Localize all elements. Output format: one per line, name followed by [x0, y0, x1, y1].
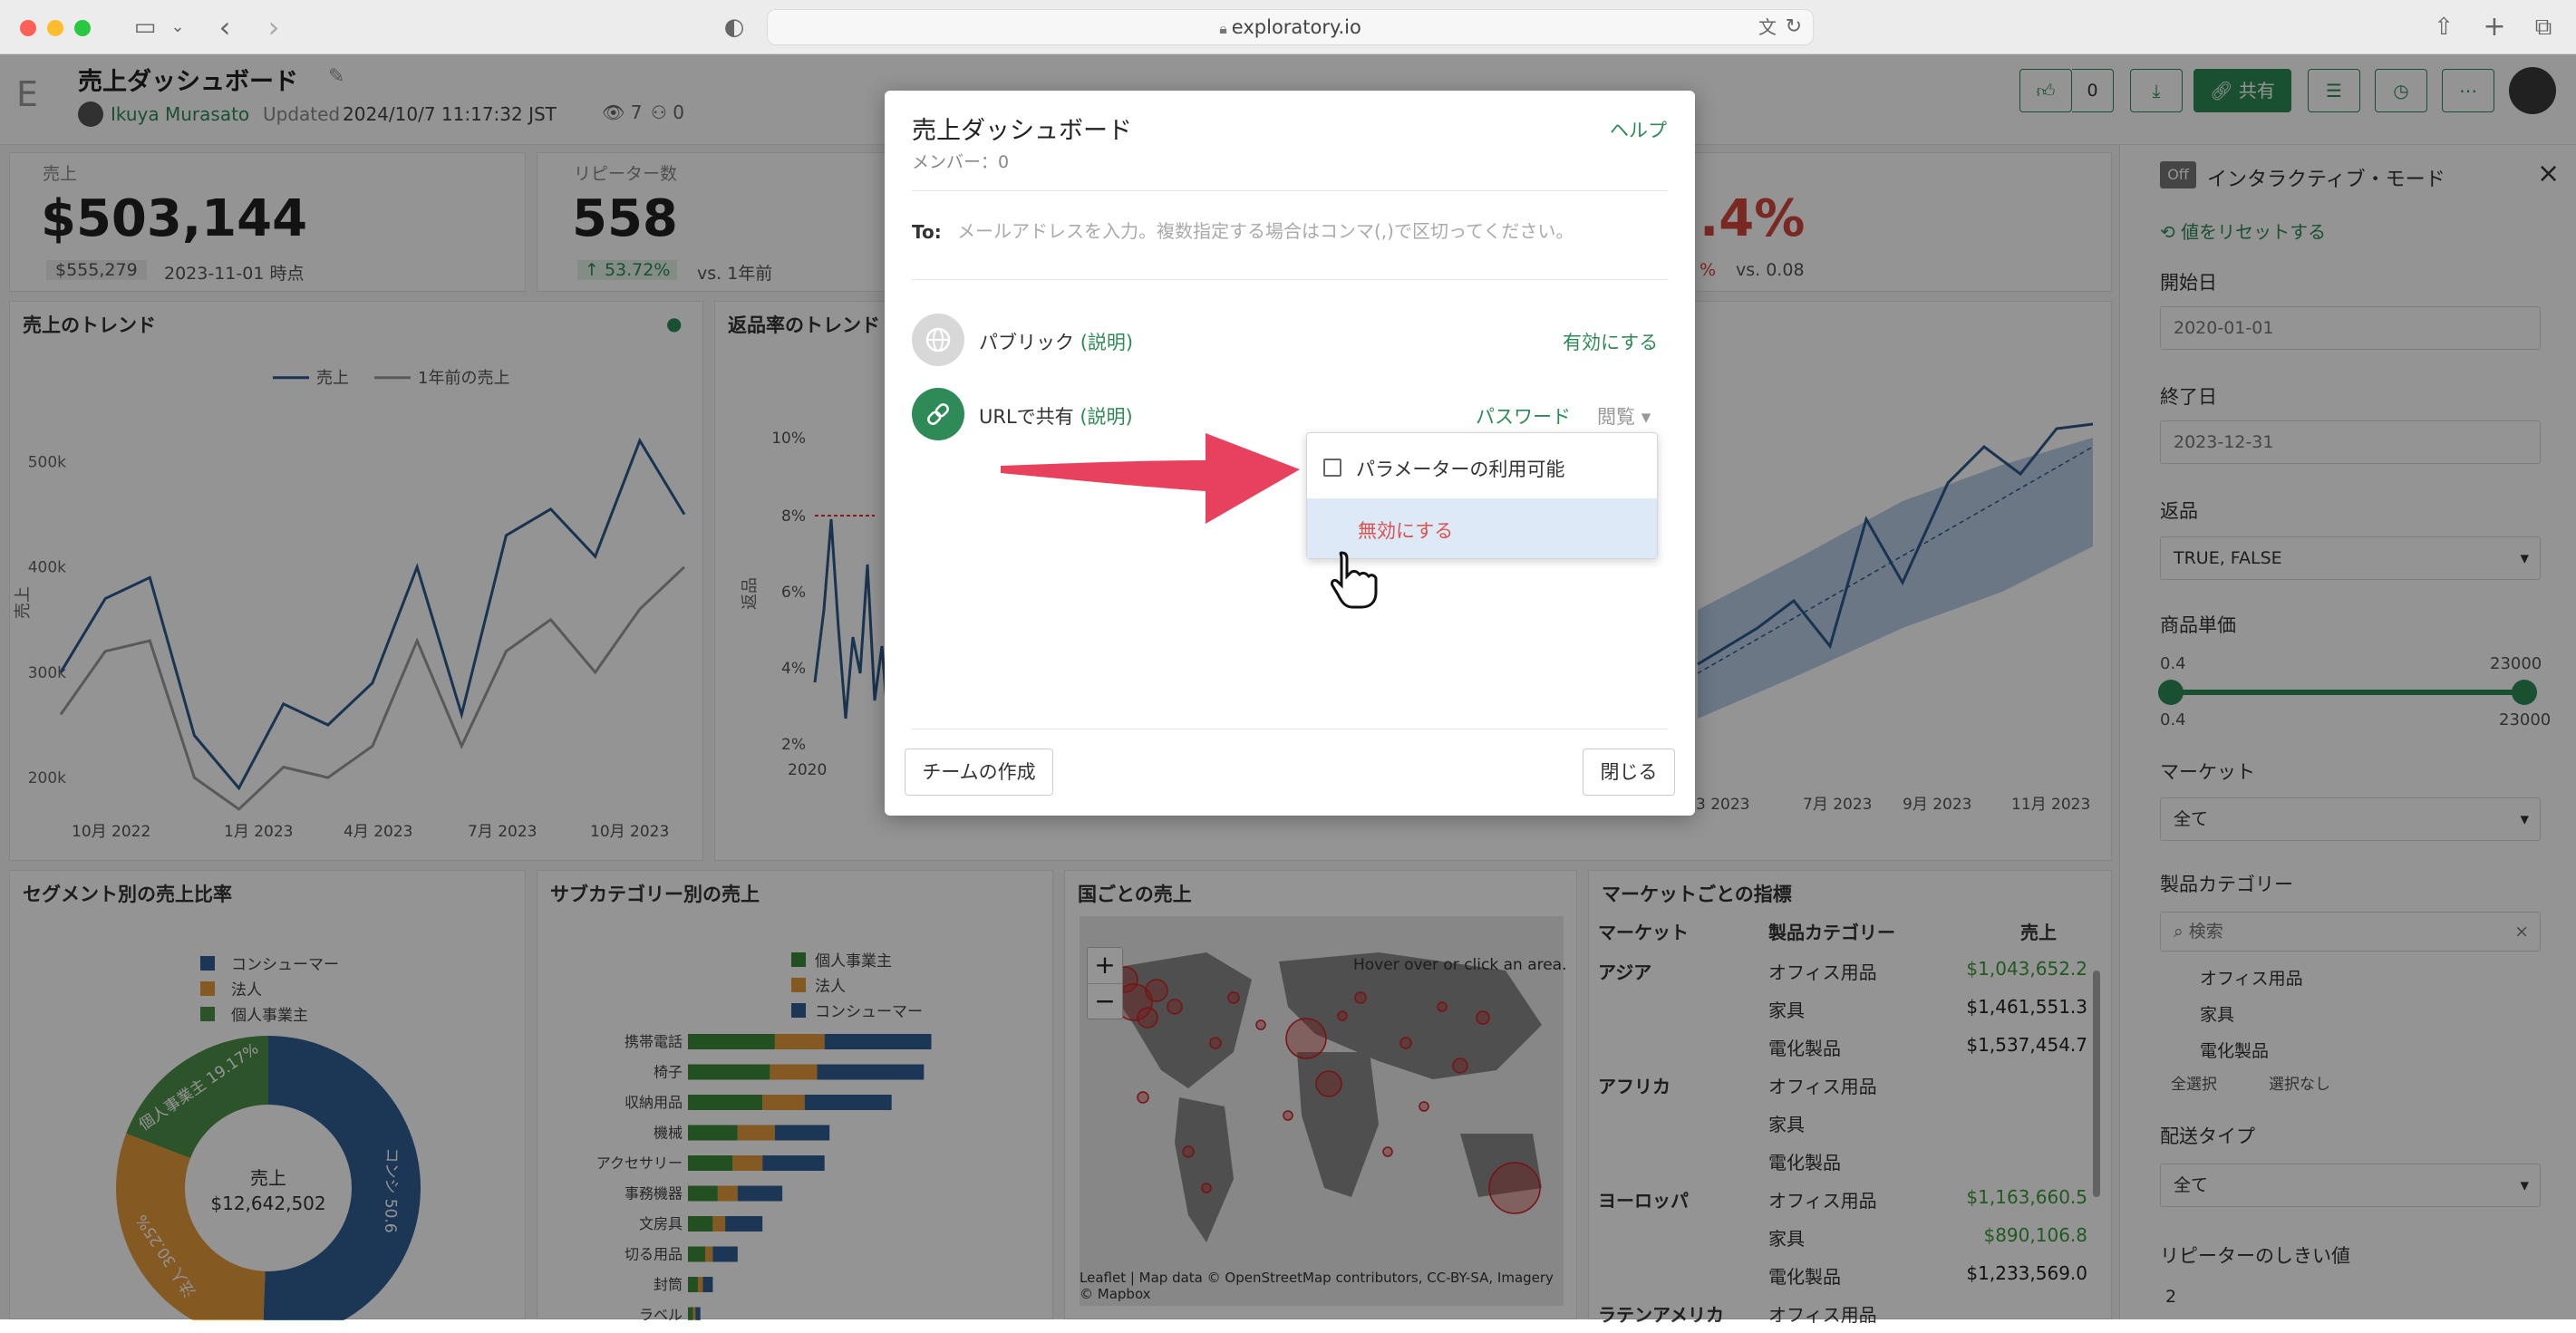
- create-team-button[interactable]: チームの作成: [905, 749, 1053, 796]
- hand-cursor-icon: [1331, 551, 1378, 609]
- help-link[interactable]: ヘルプ: [1610, 116, 1667, 143]
- caret-down-icon: ▾: [1641, 406, 1651, 428]
- zoom-window-button[interactable]: [74, 20, 91, 36]
- divider: [912, 279, 1668, 280]
- public-explain-link[interactable]: (説明): [1080, 332, 1133, 353]
- minimize-window-button[interactable]: [47, 20, 63, 36]
- link-icon: [927, 403, 949, 425]
- parameter-checkbox[interactable]: [1323, 459, 1341, 477]
- close-window-button[interactable]: [20, 20, 36, 36]
- dialog-members: メンバー：0: [912, 152, 1010, 172]
- parameter-option-label[interactable]: パラメーターの利用可能: [1356, 455, 1564, 482]
- annotation-arrow: [1001, 433, 1300, 524]
- forward-icon[interactable]: ›: [256, 11, 292, 43]
- close-button[interactable]: 閉じる: [1583, 749, 1675, 796]
- dialog-title: 売上ダッシュボード: [912, 117, 1132, 145]
- back-icon[interactable]: ‹: [207, 11, 243, 43]
- new-tab-icon[interactable]: +: [2476, 11, 2513, 43]
- to-label: To:: [912, 221, 942, 243]
- shield-icon[interactable]: ◐: [716, 11, 752, 43]
- globe-icon: [925, 327, 951, 353]
- tabs-icon[interactable]: ⧉: [2525, 11, 2561, 43]
- url-share-icon-circle: [912, 388, 964, 440]
- lock-icon: 🔒︎: [1219, 20, 1232, 37]
- reload-icon[interactable]: ↻: [1786, 10, 1802, 44]
- browser-toolbar: ▭ ⌄ ‹ › ◐ 🔒︎ exploratory.io 文 ↻ ⇧ + ⧉: [0, 0, 2576, 54]
- public-label-text: パブリック: [979, 332, 1074, 353]
- public-icon-circle: [912, 314, 964, 366]
- translate-icon[interactable]: 文: [1758, 10, 1777, 44]
- password-link[interactable]: パスワード: [1476, 402, 1571, 430]
- enable-public-link[interactable]: 有効にする: [1563, 328, 1658, 355]
- divider: [912, 190, 1668, 191]
- public-label: パブリック (説明): [979, 328, 1133, 355]
- disable-option-label: 無効にする: [1358, 520, 1454, 542]
- sidebar-icon[interactable]: ▭: [127, 11, 163, 43]
- share-icon[interactable]: ⇧: [2426, 11, 2462, 43]
- url-text: exploratory.io: [1231, 16, 1361, 38]
- view-permission-menu: パラメーターの利用可能 無効にする: [1306, 432, 1658, 559]
- view-permission-value: 閲覧: [1597, 406, 1635, 428]
- email-input[interactable]: メールアドレスを入力。複数指定する場合はコンマ(,)で区切ってください。: [957, 212, 1664, 250]
- chevron-down-icon[interactable]: ⌄: [167, 11, 189, 43]
- view-permission-select[interactable]: 閲覧 ▾: [1597, 402, 1651, 430]
- address-bar[interactable]: 🔒︎ exploratory.io 文 ↻: [767, 9, 1814, 45]
